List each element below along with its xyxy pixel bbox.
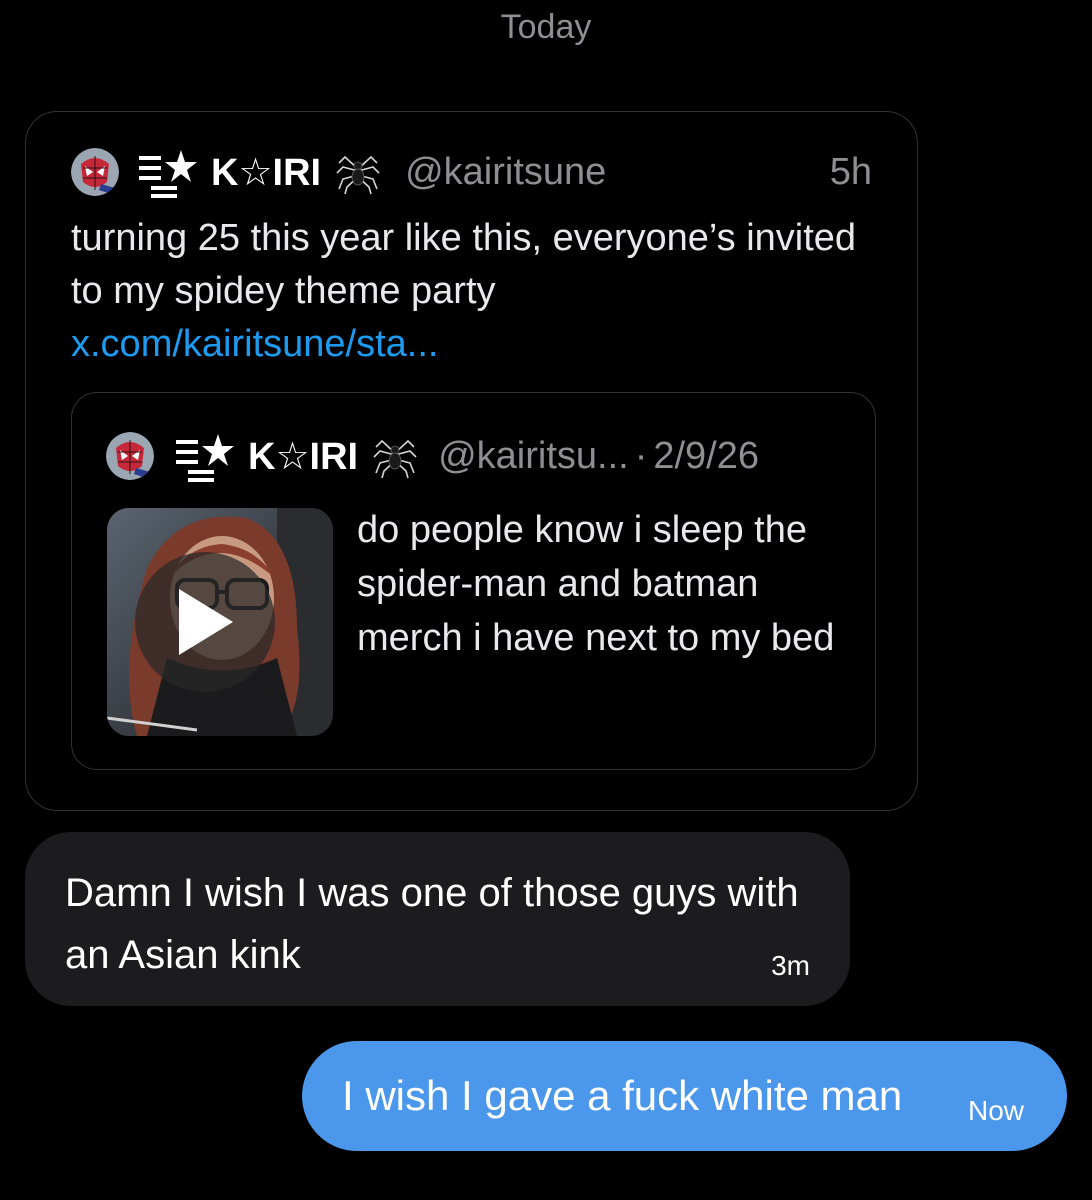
author-handle[interactable]: @kairitsune <box>405 151 606 194</box>
spider-emoji-icon <box>335 149 381 195</box>
spider-emoji-icon <box>372 433 418 479</box>
outgoing-message-time: Now <box>967 1095 1024 1126</box>
post-body-text: turning 25 this year like this, everyone… <box>71 217 857 312</box>
video-thumbnail[interactable] <box>107 508 333 736</box>
list-star-icon <box>174 428 236 484</box>
quoted-post-date: 2/9/26 <box>653 434 760 477</box>
quoted-author-handle[interactable]: @kairitsu... <box>438 435 629 478</box>
play-icon <box>179 589 233 655</box>
author-display-name[interactable]: K☆IRI <box>211 150 321 195</box>
incoming-message-text: Damn I wish I was one of those guys with… <box>65 871 799 977</box>
quoted-author-display-name[interactable]: K☆IRI <box>248 434 358 479</box>
shared-post-card[interactable]: K☆IRI @kairitsune 5h turning 25 this yea… <box>25 111 918 811</box>
post-link[interactable]: x.com/kairitsune/sta... <box>71 323 438 365</box>
play-button[interactable] <box>135 552 275 692</box>
date-header: Today <box>500 8 592 46</box>
quoted-post-card[interactable]: K☆IRI @kairitsu... · 2/9/26 do people kn… <box>71 392 876 770</box>
post-time: 5h <box>829 150 872 193</box>
incoming-message-bubble[interactable]: Damn I wish I was one of those guys with… <box>25 832 850 1006</box>
post-text: turning 25 this year like this, everyone… <box>71 212 871 371</box>
quoted-post-header: K☆IRI @kairitsu... · 2/9/26 <box>106 428 825 484</box>
incoming-message-time: 3m <box>771 950 810 981</box>
author-avatar[interactable] <box>71 148 119 196</box>
quoted-author-avatar[interactable] <box>106 432 154 480</box>
separator-dot: · <box>634 434 648 477</box>
outgoing-message-text: I wish I gave a fuck white man <box>342 1072 903 1119</box>
quoted-post-text: do people know i sleep the spider-man an… <box>357 509 835 659</box>
outgoing-message-bubble[interactable]: I wish I gave a fuck white man Now <box>302 1041 1067 1151</box>
list-star-icon <box>137 144 199 200</box>
post-header: K☆IRI @kairitsune 5h <box>71 144 872 200</box>
